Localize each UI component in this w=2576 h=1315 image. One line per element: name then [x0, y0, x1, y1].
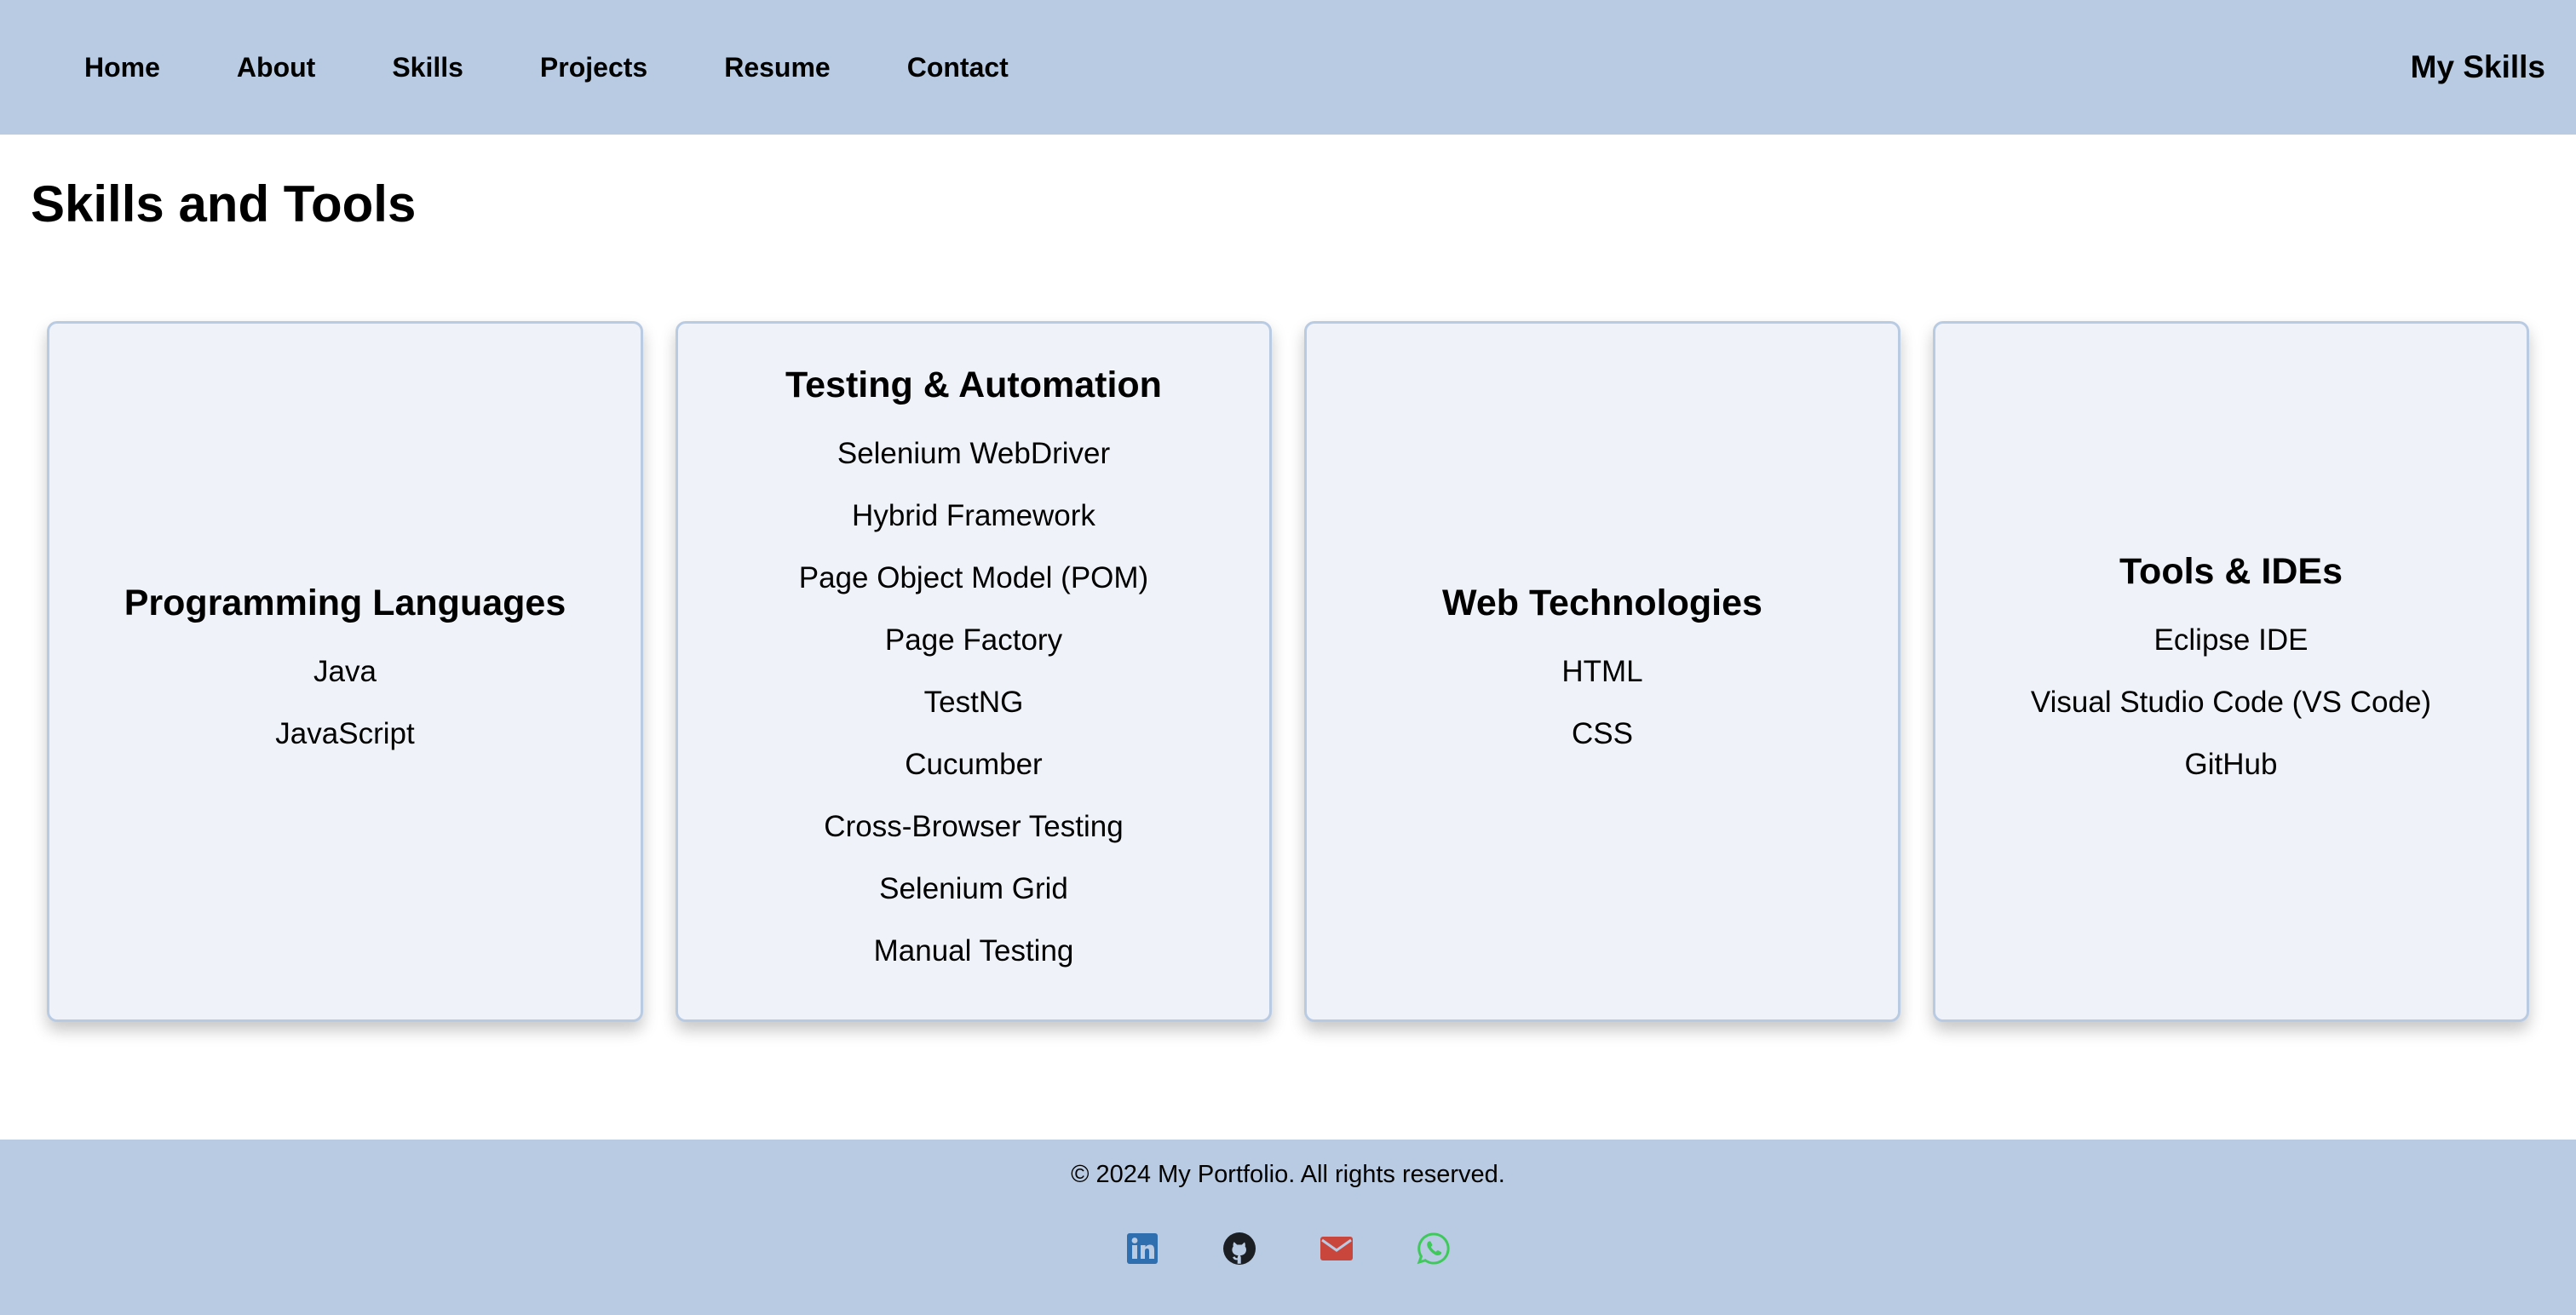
- copyright-text: © 2024 My Portfolio. All rights reserved…: [1071, 1161, 1505, 1188]
- skill-item: Cross-Browser Testing: [824, 810, 1124, 843]
- footer: © 2024 My Portfolio. All rights reserved…: [0, 1140, 2576, 1315]
- whatsapp-icon: [1417, 1232, 1450, 1265]
- skill-item: Page Factory: [884, 623, 1063, 657]
- skill-item: JavaScript: [275, 716, 415, 750]
- skill-item: GitHub: [2184, 748, 2278, 781]
- skill-card-testing-automation: Testing & Automation Selenium WebDriver …: [676, 321, 1272, 1022]
- skill-card-web-technologies: Web Technologies HTML CSS: [1304, 321, 1900, 1022]
- github-link[interactable]: [1222, 1232, 1256, 1266]
- nav-link-contact[interactable]: Contact: [907, 52, 1009, 83]
- page-title: Skills and Tools: [31, 175, 417, 233]
- skill-item: Java: [313, 654, 377, 688]
- skill-card-tools-ides: Tools & IDEs Eclipse IDE Visual Studio C…: [1933, 321, 2529, 1022]
- social-links: [0, 1232, 2576, 1266]
- skill-item: Cucumber: [905, 748, 1043, 781]
- github-icon: [1223, 1232, 1256, 1265]
- skill-item: Manual Testing: [873, 934, 1074, 968]
- skill-item: HTML: [1561, 654, 1643, 688]
- nav-links: Home About Skills Projects Resume Contac…: [84, 52, 1085, 83]
- card-title: Programming Languages: [124, 582, 566, 623]
- linkedin-icon: [1127, 1233, 1158, 1264]
- linkedin-link[interactable]: [1125, 1232, 1159, 1266]
- skill-item: Hybrid Framework: [852, 499, 1095, 532]
- nav-link-projects[interactable]: Projects: [540, 52, 647, 83]
- email-icon: [1320, 1237, 1353, 1260]
- skill-item: Eclipse IDE: [2153, 623, 2309, 657]
- nav-link-resume[interactable]: Resume: [724, 52, 831, 83]
- skill-item: Visual Studio Code (VS Code): [2030, 686, 2432, 719]
- skill-card-programming-languages: Programming Languages Java JavaScript: [47, 321, 643, 1022]
- nav-link-home[interactable]: Home: [84, 52, 160, 83]
- skill-item: Selenium WebDriver: [837, 437, 1111, 470]
- card-title: Tools & IDEs: [2119, 551, 2343, 592]
- card-title: Testing & Automation: [785, 365, 1162, 405]
- nav-link-about[interactable]: About: [237, 52, 315, 83]
- skill-item: Page Object Model (POM): [798, 561, 1149, 594]
- nav-link-skills[interactable]: Skills: [392, 52, 463, 83]
- nav-page-label: My Skills: [2410, 49, 2545, 84]
- email-link[interactable]: [1320, 1232, 1354, 1266]
- whatsapp-link[interactable]: [1417, 1232, 1451, 1266]
- navbar: Home About Skills Projects Resume Contac…: [0, 0, 2576, 135]
- skill-item: CSS: [1572, 716, 1633, 750]
- card-title: Web Technologies: [1442, 582, 1762, 623]
- skill-item: Selenium Grid: [879, 872, 1068, 905]
- skill-item: TestNG: [923, 686, 1024, 719]
- skills-cards: Programming Languages Java JavaScript Te…: [47, 321, 2529, 1022]
